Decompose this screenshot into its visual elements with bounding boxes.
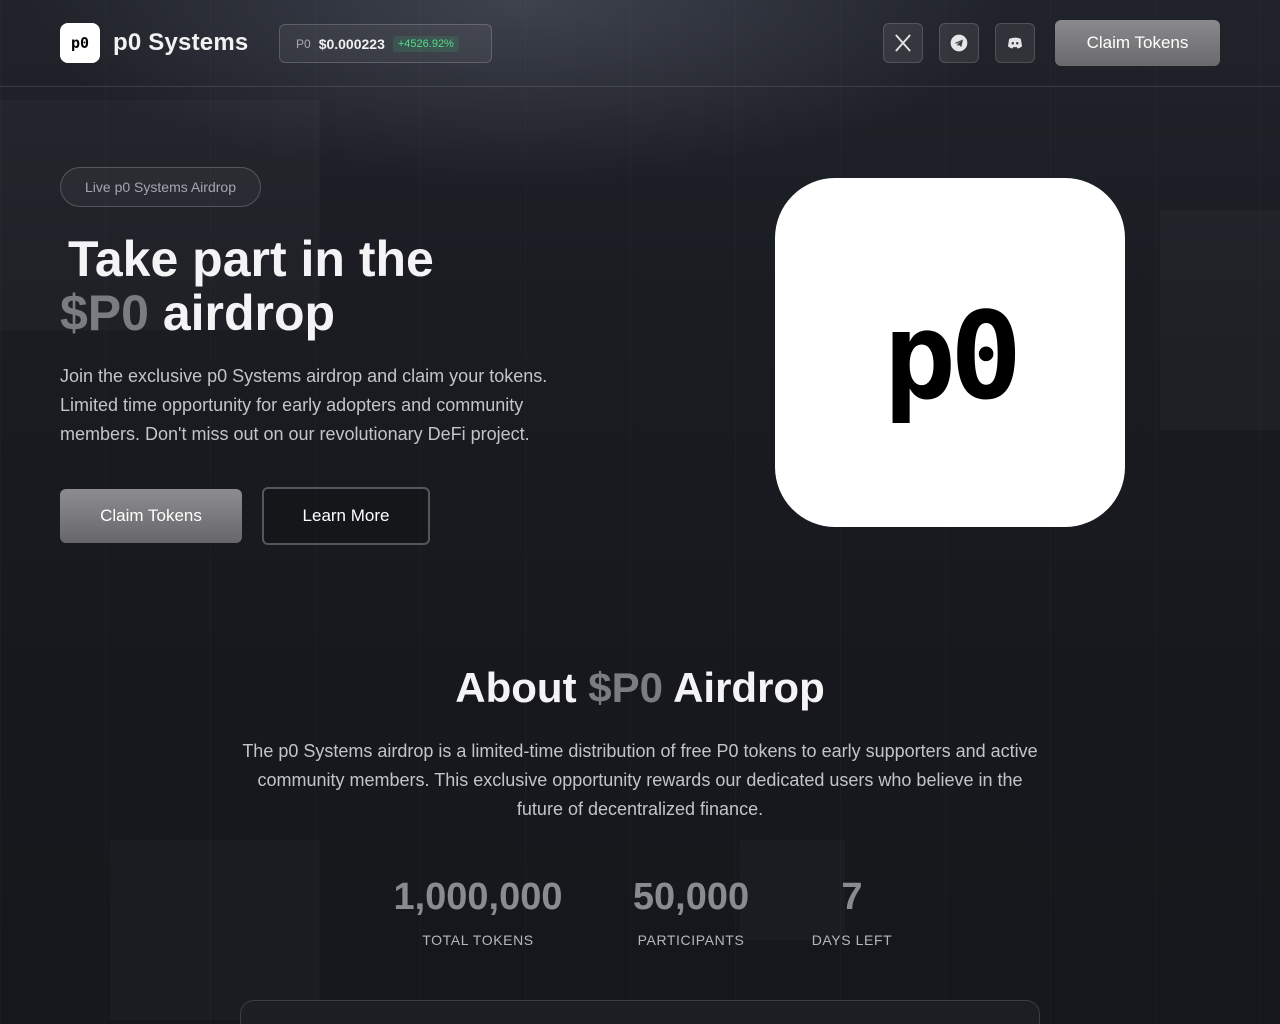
claim-tokens-button[interactable]: Claim Tokens xyxy=(60,489,242,543)
hero-title: Take part in the $P0 airdrop xyxy=(60,232,700,340)
telegram-icon xyxy=(950,34,968,52)
stat-label: DAYS LEFT xyxy=(811,932,893,948)
stat-value: 1,000,000 xyxy=(393,876,563,918)
about-title-suffix: Airdrop xyxy=(662,664,825,711)
hero-title-accent: $P0 xyxy=(60,285,149,341)
site-header: p0 p0 Systems P0 $0.000223 +4526.92% Cla… xyxy=(0,0,1280,87)
x-link[interactable] xyxy=(883,23,923,63)
stat-days-left: 7 DAYS LEFT xyxy=(792,874,912,948)
telegram-link[interactable] xyxy=(939,23,979,63)
hero-title-rest: airdrop xyxy=(148,285,336,341)
learn-more-button[interactable]: Learn More xyxy=(262,487,430,545)
about-title-prefix: About xyxy=(455,664,589,711)
discord-icon xyxy=(1007,37,1023,49)
about-title: About $P0 Airdrop xyxy=(0,664,1280,712)
discord-link[interactable] xyxy=(995,23,1035,63)
stat-label: PARTICIPANTS xyxy=(637,932,745,948)
hero-logo-image: p0 xyxy=(775,178,1125,527)
claim-panel xyxy=(240,1000,1040,1024)
header-claim-tokens-button[interactable]: Claim Tokens xyxy=(1055,20,1220,66)
hero-logo-text: p0 xyxy=(883,288,1022,427)
stat-value: 50,000 xyxy=(632,876,750,918)
stat-total-tokens: 1,000,000 TOTAL TOKENS xyxy=(378,874,578,948)
x-icon xyxy=(895,34,911,52)
background-tile xyxy=(1160,210,1280,430)
ticker-symbol: P0 xyxy=(296,36,311,51)
hero-title-line1: Take part in the xyxy=(68,231,434,287)
ticker-price: $0.000223 xyxy=(318,35,385,52)
about-title-accent: $P0 xyxy=(588,664,663,711)
stat-value: 7 xyxy=(841,876,863,918)
background-tile xyxy=(110,840,320,1020)
about-description: The p0 Systems airdrop is a limited-time… xyxy=(242,741,1038,819)
live-airdrop-badge: Live p0 Systems Airdrop xyxy=(60,167,261,207)
logo-text: p0 xyxy=(70,34,90,52)
brand-name[interactable]: p0 Systems xyxy=(113,29,248,57)
ticker-change-badge: +4526.92% xyxy=(392,35,459,52)
logo[interactable]: p0 xyxy=(60,23,100,63)
price-ticker: P0 $0.000223 +4526.92% xyxy=(279,24,492,63)
stat-label: TOTAL TOKENS xyxy=(422,932,534,948)
stat-participants: 50,000 PARTICIPANTS xyxy=(611,874,771,948)
hero-description: Join the exclusive p0 Systems airdrop an… xyxy=(60,366,548,444)
